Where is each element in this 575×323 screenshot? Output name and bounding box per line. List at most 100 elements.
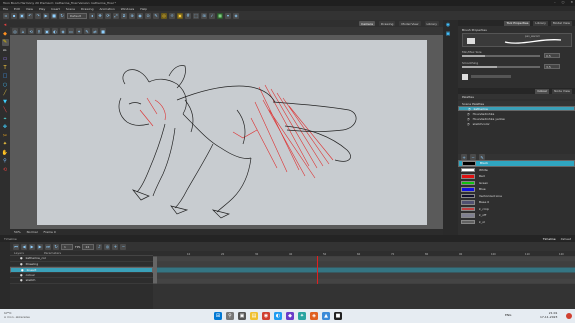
size-slider[interactable] (462, 55, 540, 57)
smoothing-value-field[interactable]: 3.5 (544, 64, 560, 69)
chrome-icon[interactable]: ◉ (262, 312, 270, 320)
drawing-canvas[interactable] (37, 40, 427, 225)
loop-icon[interactable]: ↻ (59, 12, 65, 19)
minimize-icon[interactable]: – (554, 0, 556, 4)
stop-icon[interactable]: ■ (51, 12, 57, 19)
frame-grid[interactable]: 10 20 30 40 50 60 70 80 90 100 110 120 (153, 251, 575, 309)
symbol-mode-icon[interactable]: ✦ (76, 28, 82, 34)
save-icon[interactable]: ▣ (19, 12, 25, 19)
sound-icon[interactable]: ♪ (96, 243, 103, 250)
render-preview-icon[interactable]: ◈ (60, 28, 66, 34)
cutter-tool-icon[interactable]: ✂ (2, 132, 9, 139)
tab-drawing[interactable]: Drawing (378, 21, 396, 26)
menu-edit[interactable]: Edit (14, 7, 20, 11)
first-frame-icon[interactable]: ⏮ (13, 243, 19, 250)
maximize-icon[interactable]: ▢ (562, 0, 565, 4)
onion-skin-timeline-icon[interactable]: ◎ (104, 243, 111, 250)
play-icon[interactable]: ▶ (43, 12, 49, 19)
visibility-icon[interactable]: ● (20, 262, 23, 266)
reset-zoom-icon[interactable]: ⚲ (36, 28, 42, 34)
new-scene-icon[interactable]: ▫ (3, 12, 9, 19)
search-icon[interactable]: ⚲ (226, 312, 234, 320)
clock[interactable]: 21:01 17-11-2023 (540, 311, 557, 319)
reset-rotation-icon[interactable]: ⟲ (28, 28, 34, 34)
menu-view[interactable]: View (26, 7, 33, 11)
opacity-slider[interactable] (471, 75, 511, 78)
notification-icon[interactable] (566, 313, 572, 319)
menu-play[interactable]: Play (39, 7, 45, 11)
add-layer-icon[interactable]: + (112, 243, 119, 250)
app-icon[interactable]: ■ (334, 312, 342, 320)
file-explorer-icon[interactable]: ▤ (250, 312, 258, 320)
smoothing-slider[interactable] (462, 66, 540, 68)
last-frame-icon[interactable]: ⏭ (45, 243, 51, 250)
tab-model-view-right[interactable]: Model View (550, 20, 572, 26)
peg-icon[interactable]: ⊙ (145, 12, 151, 19)
tab-timeline[interactable]: Timeline (543, 237, 556, 241)
menu-file[interactable]: File (3, 7, 8, 11)
tab-colour[interactable]: Colour (535, 88, 550, 94)
end-frame-field[interactable]: 24 (82, 243, 95, 250)
remove-colour-icon[interactable]: − (470, 154, 476, 160)
pen-pressure-icon[interactable]: ✎ (84, 28, 90, 34)
zoom-level[interactable]: 50% (14, 230, 21, 234)
loop-timeline-icon[interactable]: ↻ (53, 243, 59, 250)
current-frame-field[interactable]: 1 (61, 243, 73, 250)
scale-icon[interactable]: ⤢ (113, 12, 119, 19)
onion-skin-toggle-icon[interactable]: ◎ (12, 28, 18, 34)
prev-frame-icon[interactable]: ◀ (21, 243, 27, 250)
edge-icon[interactable]: ◐ (274, 312, 282, 320)
drawing-icon[interactable]: ✎ (153, 12, 159, 19)
render-icon[interactable]: ◈ (233, 12, 239, 19)
transform-tool-icon[interactable]: ✥ (2, 124, 9, 131)
flip-icon[interactable]: ⇄ (92, 28, 98, 34)
menu-help[interactable]: Help (140, 7, 147, 11)
tab-model-view[interactable]: Model View (399, 21, 421, 26)
app-icon[interactable]: ▲ (322, 312, 330, 320)
light-table-icon[interactable]: ☼ (169, 12, 175, 19)
select-tool-icon[interactable]: ◂ (2, 22, 9, 29)
open-icon[interactable]: ▪ (11, 12, 17, 19)
zoom-tool-icon[interactable]: ⚲ (2, 158, 9, 165)
menu-scene[interactable]: Scene (66, 7, 75, 11)
dropdown-icon[interactable]: ▾ (225, 12, 231, 19)
visibility-icon[interactable]: ● (20, 256, 23, 260)
colour-chip-icon[interactable] (462, 74, 468, 80)
contour-editor-icon[interactable]: ◆ (2, 30, 9, 37)
size-value-field[interactable]: 0.5 (544, 53, 560, 58)
safe-area-icon[interactable]: ⬚ (193, 12, 199, 19)
camera-mask-icon[interactable]: ▭ (68, 28, 74, 34)
menu-windows[interactable]: Windows (121, 7, 134, 11)
camera-viewport[interactable] (10, 35, 443, 229)
swatch-row[interactable]: k_ol (458, 219, 575, 226)
delete-layer-icon[interactable]: − (120, 243, 127, 250)
redo-icon[interactable]: ↷ (35, 12, 41, 19)
morph-tool-icon[interactable]: ✦ (2, 141, 9, 148)
task-view-icon[interactable]: ▣ (238, 312, 246, 320)
skew-icon[interactable]: ⧄ (121, 12, 127, 19)
workspace-select[interactable]: Default (67, 12, 87, 19)
dropper-tool-icon[interactable]: ⌖ (2, 115, 9, 122)
windows-start-icon[interactable]: ⊞ (214, 312, 222, 320)
tab-library-right[interactable]: Library (533, 20, 548, 26)
rotate-view-icon[interactable]: ⟲ (2, 166, 9, 173)
edit-colour-icon[interactable]: ✎ (479, 154, 485, 160)
stroke-tool-icon[interactable]: ╲ (2, 107, 9, 114)
navigator-icon[interactable]: ◉ (445, 22, 452, 29)
text-tool-icon[interactable]: T (2, 64, 9, 71)
tab-library[interactable]: Library (424, 21, 439, 26)
app-icon[interactable]: ◆ (286, 312, 294, 320)
colour-swatch-icon[interactable]: ■ (100, 28, 106, 34)
tab-tool-properties[interactable]: Tool Properties (504, 20, 531, 26)
reset-view-icon[interactable]: ⌂ (20, 28, 26, 34)
undo-icon[interactable]: ↶ (27, 12, 33, 19)
transform-icon[interactable]: ✥ (97, 12, 103, 19)
menu-insert[interactable]: Insert (51, 7, 60, 11)
view-options-icon[interactable]: ▣ (445, 30, 452, 37)
select-tool-icon[interactable]: ◂ (89, 12, 95, 19)
camera-icon[interactable]: ◉ (137, 12, 143, 19)
rotate-icon[interactable]: ⟳ (105, 12, 111, 19)
ellipse-tool-icon[interactable]: ○ (2, 81, 9, 88)
weather-widget[interactable]: 17°C A mon. akkerelse (4, 311, 30, 319)
visibility-icon[interactable]: ● (21, 268, 24, 272)
